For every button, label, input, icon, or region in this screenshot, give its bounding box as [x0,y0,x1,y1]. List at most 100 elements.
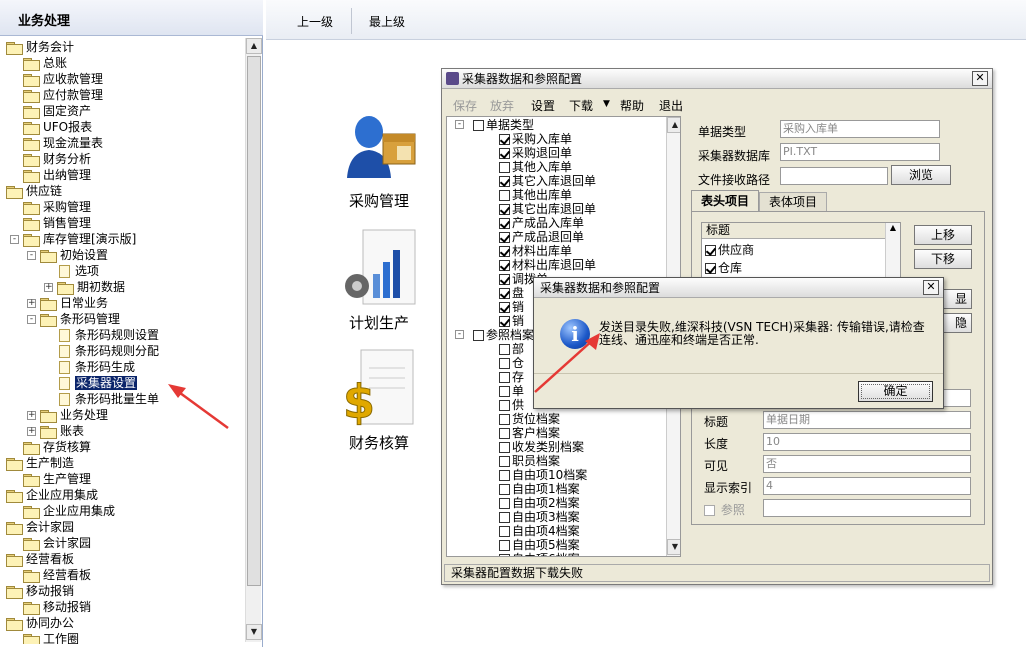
tree-item[interactable]: 应收款管理 [23,71,103,87]
tree-item[interactable]: 生产管理 [23,471,91,487]
tree-item[interactable]: 选项 [57,263,99,279]
collapse-icon[interactable]: - [455,330,464,339]
hide-button[interactable]: 隐 [942,313,972,333]
alert-titlebar[interactable]: 采集器数据和参照配置 ✕ [534,278,943,298]
list-item[interactable]: 职员档案 [499,454,560,468]
expand-icon[interactable]: + [27,427,36,436]
list-item-checkbox[interactable] [499,344,510,355]
expand-icon[interactable]: + [27,299,36,308]
list-item[interactable]: - 单据类型 [455,118,534,132]
list-item-checkbox[interactable] [499,456,510,467]
list-item-checkbox[interactable] [499,288,510,299]
scroll-thumb[interactable] [247,56,261,586]
tree-item[interactable]: 出纳管理 [23,167,91,183]
ref-checkbox[interactable] [704,505,715,516]
tree-item[interactable]: UFO报表 [23,119,92,135]
prop-index-input[interactable]: 4 [763,477,971,495]
list-item[interactable]: 盘 [499,286,524,300]
list-item-checkbox[interactable] [499,274,510,285]
list-item[interactable]: 自由项3档案 [499,510,580,524]
alert-close-button[interactable]: ✕ [923,280,939,295]
list-item[interactable]: 货位档案 [499,412,560,426]
list-item-checkbox[interactable] [499,540,510,551]
tree-item[interactable]: 移动报销 [23,599,91,615]
download-dropdown-icon[interactable]: ▼ [603,99,610,109]
tree-item[interactable]: 条形码批量生单 [57,391,159,407]
scroll-up-button[interactable]: ▲ [246,38,262,54]
doc-type-input[interactable]: 采购入库单 [780,120,940,138]
tree-item[interactable]: 财务会计 [6,39,74,55]
list-item-checkbox[interactable] [499,148,510,159]
list-item-checkbox[interactable] [499,484,510,495]
tree-item[interactable]: 生产制造 [6,455,74,471]
list-item-checkbox[interactable] [499,470,510,481]
tree-item[interactable]: 采购管理 [23,199,91,215]
file-path-input[interactable] [780,167,888,185]
prop-title-input[interactable]: 单据日期 [763,411,971,429]
grid-row-supplier[interactable]: 供应商 [705,241,754,258]
tree-item[interactable]: 应付款管理 [23,87,103,103]
list-item-checkbox[interactable] [499,232,510,243]
collapse-icon[interactable]: - [27,251,36,260]
module-finance[interactable]: $ 财务核算 [334,348,424,453]
tree-item[interactable]: 会计家园 [23,535,91,551]
list-item[interactable]: 仓 [499,356,524,370]
list-item[interactable]: - 参照档案 [455,328,534,342]
tree-item[interactable]: + 业务处理 [27,407,108,423]
list-item-checkbox[interactable] [499,302,510,313]
top-level-link[interactable]: 最上级 [369,13,405,30]
collapse-icon[interactable]: - [10,235,19,244]
list-item-checkbox[interactable] [499,176,510,187]
list-item[interactable]: 部 [499,342,524,356]
tree-item[interactable]: 现金流量表 [23,135,103,151]
tree-item[interactable]: + 账表 [27,423,84,439]
collapse-icon[interactable]: - [455,120,464,129]
list-item[interactable]: 自由项4档案 [499,524,580,538]
collector-db-input[interactable]: PI.TXT [780,143,940,161]
tree-item[interactable]: 经营看板 [23,567,91,583]
prop-ref-input[interactable] [763,499,971,517]
list-item-checkbox[interactable] [473,330,484,341]
tree-item[interactable]: 条形码生成 [57,359,135,375]
list-item-checkbox[interactable] [499,554,510,556]
list-item[interactable]: 产成品退回单 [499,230,584,244]
tree-item[interactable]: 供应链 [6,183,62,199]
list-item-checkbox[interactable] [499,218,510,229]
list-item-checkbox[interactable] [499,526,510,537]
list-item[interactable]: 材料出库单 [499,244,572,258]
tree-item[interactable]: 经营看板 [6,551,74,567]
tree-item[interactable]: 条形码规则分配 [57,343,159,359]
list-scroll-down[interactable]: ▼ [667,539,680,555]
discard-button[interactable]: 放弃 [490,97,514,114]
expand-icon[interactable]: + [27,411,36,420]
tree-item[interactable]: 存货核算 [23,439,91,455]
tab-body-items[interactable]: 表体项目 [759,192,827,212]
list-item[interactable]: 其它入库退回单 [499,174,596,188]
list-scroll-up[interactable]: ▲ [667,117,680,133]
tree-item[interactable]: 采集器设置 [57,375,138,391]
list-item-checkbox[interactable] [473,120,484,131]
browse-button[interactable]: 浏览 [891,165,951,185]
tree-item[interactable]: 固定资产 [23,103,91,119]
list-item-checkbox[interactable] [499,372,510,383]
dialog-close-button[interactable]: ✕ [972,71,988,86]
settings-button[interactable]: 设置 [531,97,555,114]
list-item[interactable]: 销 [499,300,524,314]
tree-item[interactable]: 条形码规则设置 [57,327,159,343]
tree-scrollbar[interactable]: ▲ ▼ [245,38,262,642]
tree-item[interactable]: 企业应用集成 [6,487,98,503]
tree-item[interactable]: 会计家园 [6,519,74,535]
list-item-checkbox[interactable] [499,162,510,173]
scroll-down-button[interactable]: ▼ [246,624,262,640]
tree-item[interactable]: - 条形码管理 [27,311,120,327]
tree-item[interactable]: 总账 [23,55,67,71]
tree-item[interactable]: 协同办公 [6,615,74,631]
list-item[interactable]: 其他入库单 [499,160,572,174]
tree-item[interactable]: 工作圈 [23,631,79,644]
list-item-checkbox[interactable] [499,414,510,425]
prop-visible-input[interactable]: 否 [763,455,971,473]
list-item[interactable]: 存 [499,370,524,384]
list-item[interactable]: 供 [499,398,524,412]
show-button[interactable]: 显 [942,289,972,309]
list-item[interactable]: 采购退回单 [499,146,572,160]
